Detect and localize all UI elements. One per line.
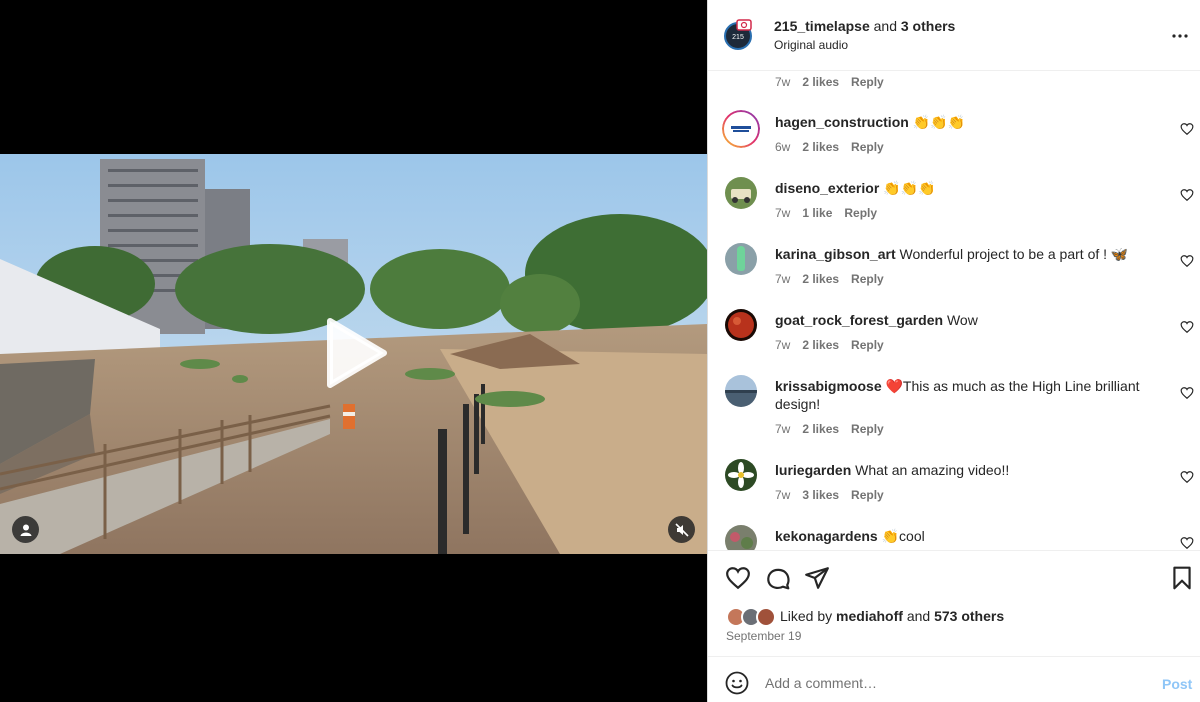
comment-text: luriegarden What an amazing video!! <box>775 461 1165 479</box>
comment-likes[interactable]: 3 likes <box>802 488 839 502</box>
like-heart-icon[interactable] <box>725 565 751 591</box>
heart-icon[interactable] <box>1180 320 1194 334</box>
reply-button[interactable]: Reply <box>844 206 877 220</box>
moon-photo-icon[interactable] <box>725 309 757 341</box>
comment-input[interactable] <box>765 668 1145 698</box>
comments-list[interactable]: 7w 2 likes Reply hagen_construction 👏👏👏 6w… <box>708 72 1200 550</box>
reply-button[interactable]: Reply <box>851 272 884 286</box>
author-joiner: and <box>869 18 901 34</box>
comment-likes[interactable]: 2 likes <box>802 338 839 352</box>
comment-username[interactable]: kekonagardens <box>775 528 878 544</box>
comment-body: 👏👏👏 <box>908 114 965 130</box>
post-actions: Liked by mediahoff and 573 others Septem… <box>708 550 1200 656</box>
author-username[interactable]: 215_timelapse <box>774 18 870 34</box>
comment-username[interactable]: karina_gibson_art <box>775 246 896 262</box>
comment-username[interactable]: luriegarden <box>775 462 851 478</box>
reply-button[interactable]: Reply <box>851 140 884 154</box>
comment-meta: 7w 2 likes Reply <box>775 272 896 286</box>
liker-avatars[interactable] <box>726 607 778 627</box>
reply-button[interactable]: Reply <box>851 338 884 352</box>
media-area <box>0 0 707 702</box>
comment-likes[interactable]: 2 likes <box>802 75 839 89</box>
muted-audio-icon[interactable] <box>668 516 695 543</box>
reply-button[interactable]: Reply <box>851 488 884 502</box>
heart-icon[interactable] <box>1180 122 1194 136</box>
comment-text: karina_gibson_art Wonderful project to b… <box>775 245 1165 263</box>
post-date[interactable]: September 19 <box>726 629 801 643</box>
post-header: 215 215_timelapse and 3 others Original … <box>708 0 1200 71</box>
comment-time: 7w <box>775 272 791 286</box>
heart-icon[interactable] <box>1180 188 1194 202</box>
likes-count-link[interactable]: 573 others <box>934 608 1004 624</box>
play-icon[interactable] <box>322 317 388 389</box>
liked-by-joiner: and <box>902 608 935 624</box>
comment-bubble-icon[interactable] <box>765 565 791 591</box>
comment-time: 7w <box>775 422 791 436</box>
comment-likes[interactable]: 2 likes <box>802 140 839 154</box>
reply-button[interactable]: Reply <box>851 422 884 436</box>
comment-username[interactable]: hagen_construction <box>775 114 909 130</box>
emoji-smiley-icon[interactable] <box>725 671 749 695</box>
comment-meta: 6w 2 likes Reply <box>775 140 896 154</box>
statue-photo-icon[interactable] <box>725 243 757 275</box>
post-sidebar: 215 215_timelapse and 3 others Original … <box>707 0 1200 702</box>
comment-meta: 7w 2 likes Reply <box>775 422 896 436</box>
comment-body: Wow <box>943 312 978 328</box>
comment-body: 👏👏👏 <box>879 180 936 196</box>
audio-label[interactable]: Original audio <box>774 38 848 52</box>
comment-time: 6w <box>775 140 791 154</box>
video-player[interactable] <box>0 154 707 554</box>
comment-body: 👏cool <box>877 528 925 544</box>
hagen-logo-icon[interactable] <box>722 110 760 148</box>
comment-likes[interactable]: 2 likes <box>802 272 839 286</box>
comment-text: kekonagardens 👏cool <box>775 527 1165 545</box>
comment-username[interactable]: diseno_exterior <box>775 180 879 196</box>
comment-time: 7w <box>775 206 791 220</box>
share-paper-plane-icon[interactable] <box>804 565 830 591</box>
comment-body: Wonderful project to be a part of ! 🦋 <box>895 246 1129 262</box>
heart-icon[interactable] <box>1180 254 1194 268</box>
truck-photo-icon[interactable] <box>725 177 757 209</box>
post-button[interactable]: Post <box>1162 676 1192 692</box>
comment-meta: 7w 3 likes Reply <box>775 488 896 502</box>
bookmark-icon[interactable] <box>1169 565 1195 591</box>
garden-photo-icon[interactable] <box>725 525 757 550</box>
comment-meta: 7w 2 likes Reply <box>775 75 896 89</box>
landscape-photo-icon[interactable] <box>725 375 757 407</box>
heart-icon[interactable] <box>1180 386 1194 400</box>
comment-username[interactable]: krissabigmoose <box>775 378 882 394</box>
comment-text: hagen_construction 👏👏👏 <box>775 113 1165 131</box>
post-title: 215_timelapse and 3 others <box>774 18 955 34</box>
comment-text: goat_rock_forest_garden Wow <box>775 311 1165 329</box>
comment-time: 7w <box>775 488 791 502</box>
reply-button[interactable]: Reply <box>851 75 884 89</box>
comment-text: diseno_exterior 👏👏👏 <box>775 179 1165 197</box>
heart-icon[interactable] <box>1180 470 1194 484</box>
liker-username[interactable]: mediahoff <box>836 608 903 624</box>
comment-meta: 7w 2 likes Reply <box>775 338 896 352</box>
flower-photo-icon[interactable] <box>725 459 757 491</box>
comment-likes[interactable]: 1 like <box>802 206 832 220</box>
add-comment-bar: Post <box>708 656 1200 702</box>
liked-by-text: Liked by mediahoff and 573 others <box>780 608 1004 624</box>
camera-logo-icon <box>736 18 752 31</box>
more-options-icon[interactable] <box>1170 26 1190 46</box>
liked-by-prefix: Liked by <box>780 608 837 624</box>
comment-body: What an amazing video!! <box>851 462 1010 478</box>
comment-username[interactable]: goat_rock_forest_garden <box>775 312 943 328</box>
comment-time: 7w <box>775 338 791 352</box>
comment-meta: 7w 1 like Reply <box>775 206 889 220</box>
comment-time: 7w <box>775 75 791 89</box>
author-avatar-text: 215 <box>732 34 744 41</box>
comment-likes[interactable]: 2 likes <box>802 422 839 436</box>
heart-icon[interactable] <box>1180 536 1194 550</box>
comment-text: krissabigmoose ❤️This as much as the Hig… <box>775 377 1165 413</box>
tagged-users-icon[interactable] <box>12 516 39 543</box>
coauthors-link[interactable]: 3 others <box>901 18 955 34</box>
